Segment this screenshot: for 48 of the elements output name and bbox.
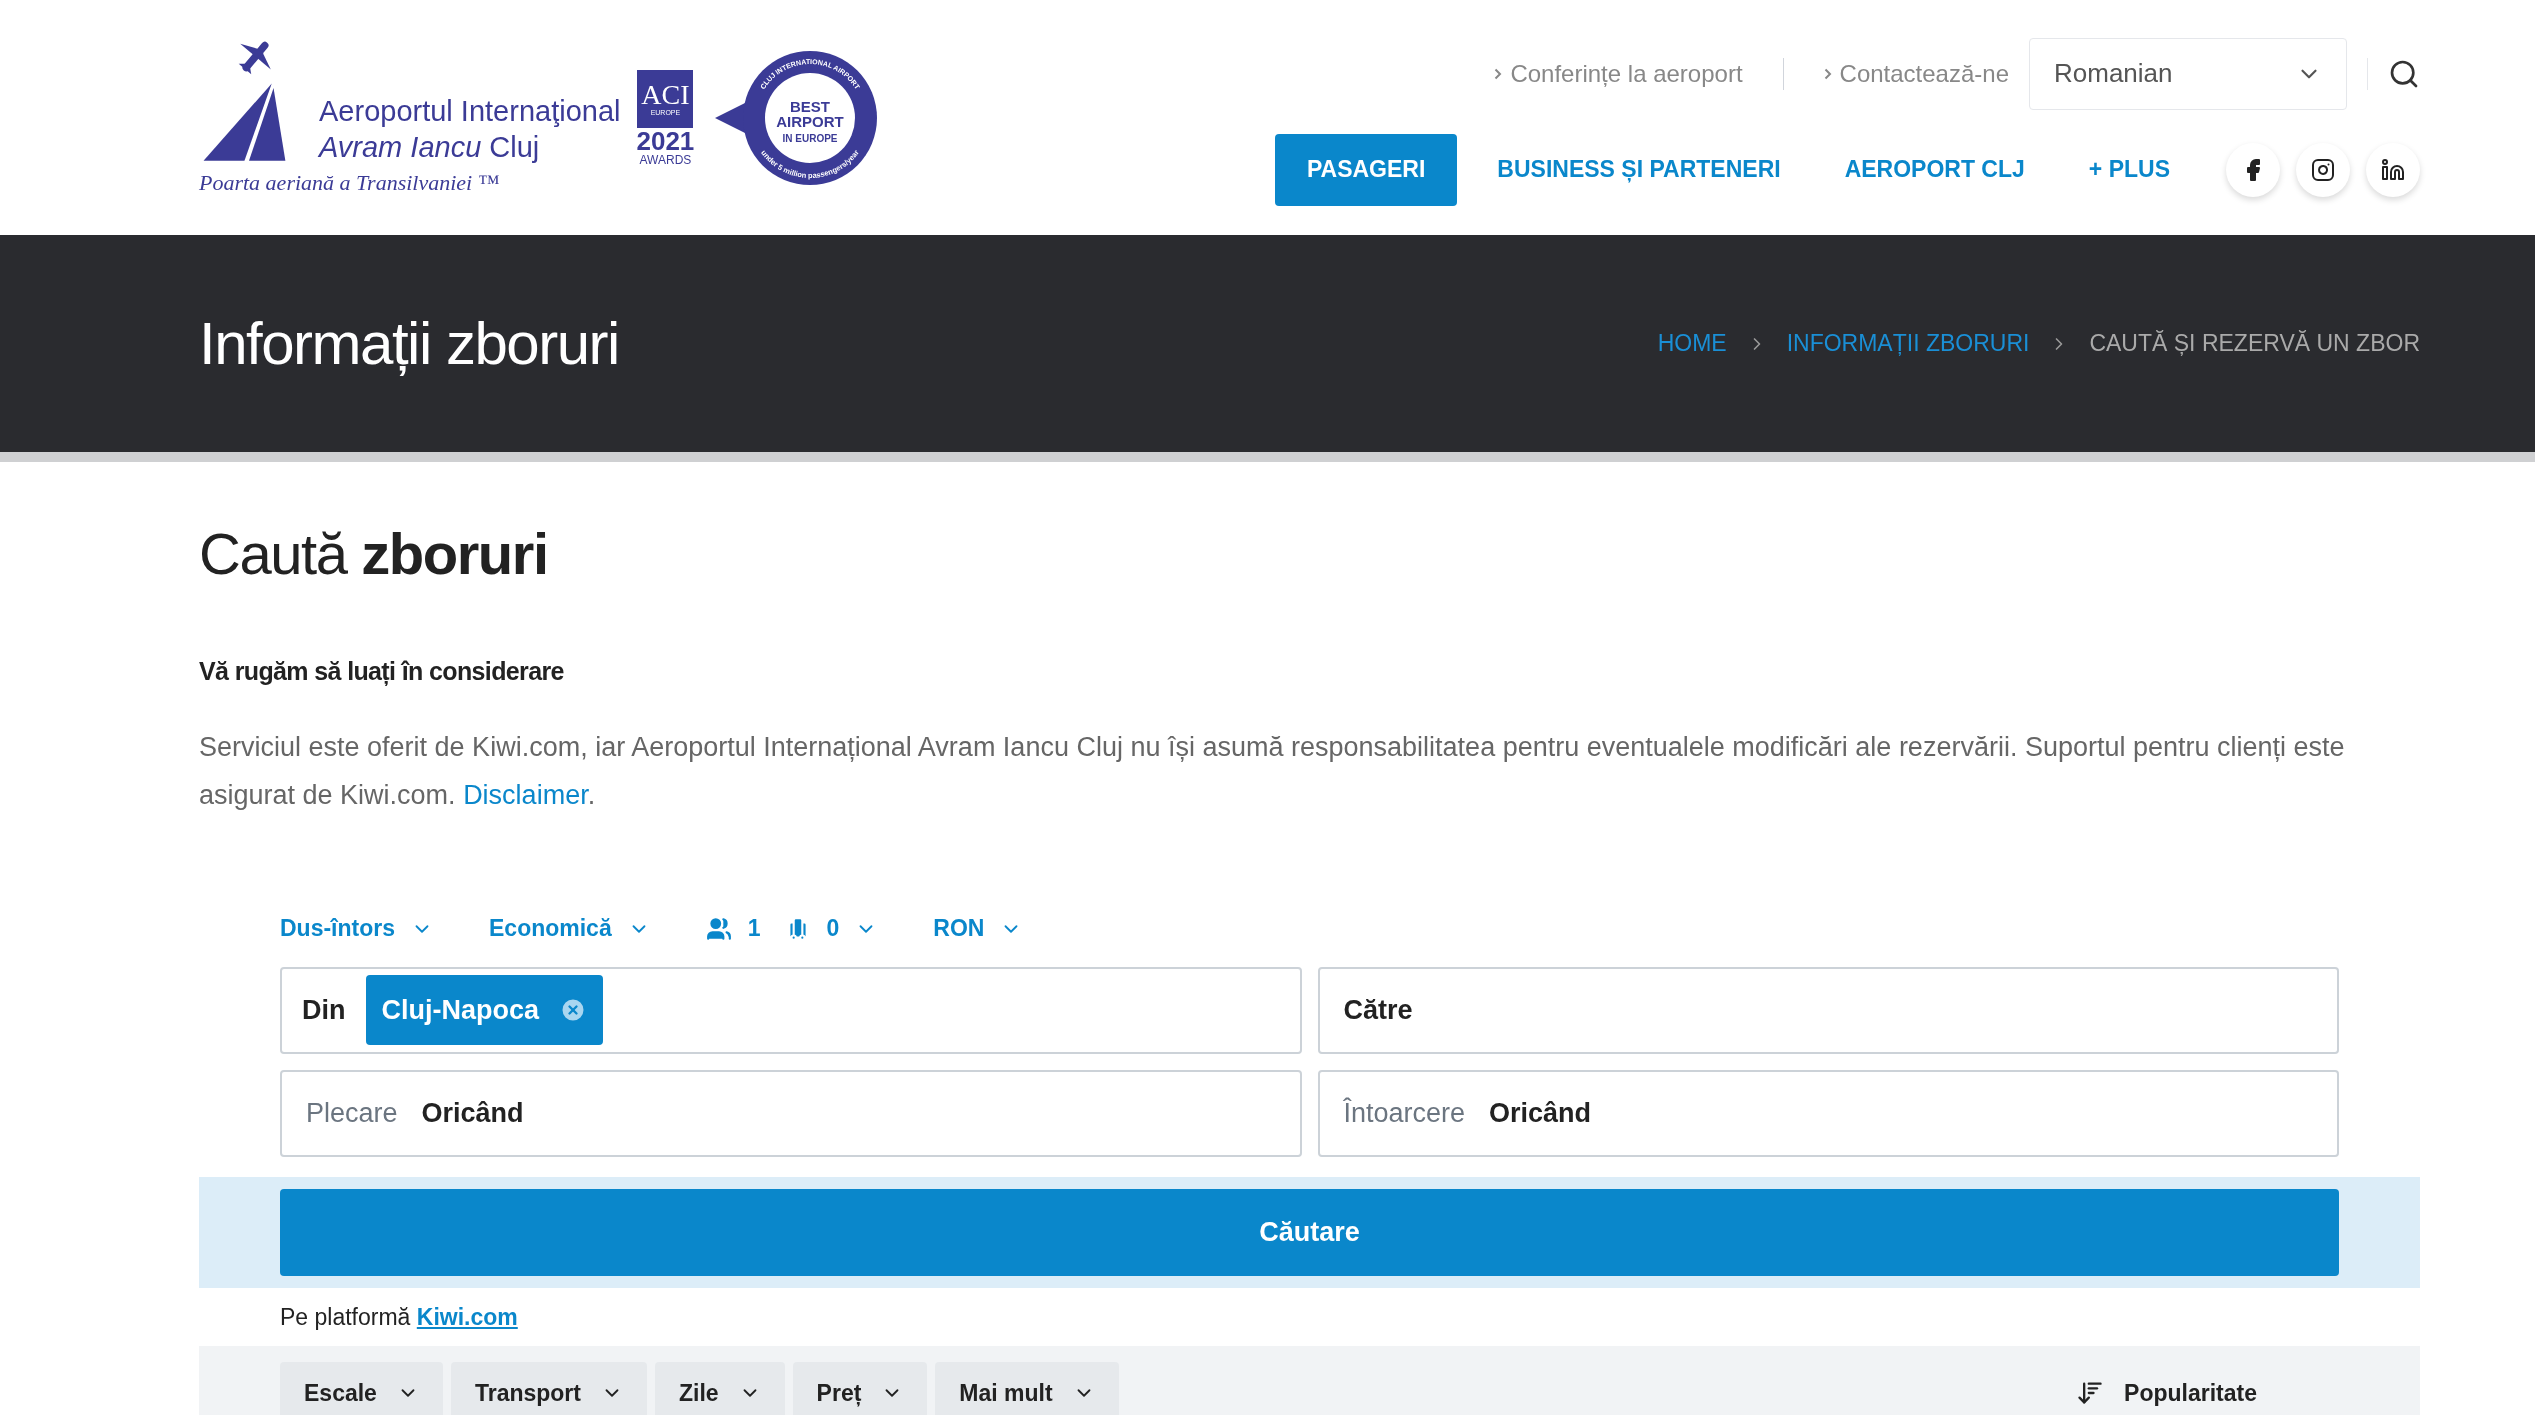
top-link[interactable]: Conferințe la aeroport [1494, 55, 1743, 92]
facebook-icon[interactable] [2226, 142, 2280, 197]
nav-tab[interactable]: PASAGERI [1274, 133, 1458, 206]
award-label: AWARDS [639, 153, 692, 166]
kiwi-link[interactable]: Kiwi.com [416, 1303, 518, 1330]
platform-note: Pe platformă Kiwi.com [279, 1302, 519, 1332]
from-field[interactable]: Din Cluj-Napoca [280, 966, 1302, 1054]
nav-tab[interactable]: + PLUS [2056, 133, 2202, 206]
logo-title: Aeroportul Internaţional [319, 93, 621, 129]
chevron-right-icon [1823, 67, 1832, 80]
section-title: Caută zboruri [199, 520, 549, 588]
sort-button[interactable]: Popularitate [2076, 1362, 2257, 1415]
badge-title: BEST [790, 97, 831, 115]
disclaimer-link[interactable]: Disclaimer [463, 779, 588, 810]
location-chip[interactable]: Cluj-Napoca [365, 975, 604, 1045]
logo-tagline: Poarta aeriană a Transilvaniei ™ [199, 168, 501, 197]
top-link[interactable]: Contactează-ne [1823, 55, 2009, 92]
page-title: Informații zboruri [199, 308, 619, 379]
notice-text: Serviciul este oferit de Kiwi.com, iar Aeroportul Internațional Avram Iancu Cluj nu își asumă responsabilitatea pentru eventualele modificări ale rezervării. Suportul pentru clienți este asigurat de Kiwi.com. Disclaimer. [199, 730, 2346, 812]
search-button[interactable]: Căutare [280, 1188, 2339, 1276]
departure-field[interactable]: Plecare Oricând [280, 1069, 1302, 1157]
nav-tab[interactable]: BUSINESS ȘI PARTENERI [1465, 133, 1813, 206]
return-field[interactable]: Întoarcere Oricând [1317, 1069, 2339, 1157]
chevron-right-icon [1494, 67, 1503, 80]
option-dropdown[interactable]: Dus-întors [280, 911, 433, 946]
people-icon [705, 915, 732, 942]
notice-title: Vă rugăm să luați în considerare [199, 656, 565, 688]
award-year: 2021 [636, 127, 695, 154]
language-select[interactable]: Romanian [2029, 37, 2347, 110]
breadcrumb-link[interactable]: HOME [1657, 326, 1727, 361]
filter-dropdown[interactable]: Escale [280, 1362, 443, 1415]
nav-tab[interactable]: AEROPORT CLJ [1812, 133, 2057, 206]
logo-subtitle: Avram Iancu Cluj [319, 129, 541, 165]
filter-dropdown[interactable]: Preț [792, 1362, 928, 1415]
breadcrumb-link[interactable]: INFORMAȚII ZBORURI [1786, 326, 2030, 361]
filter-dropdown[interactable]: Zile [655, 1362, 785, 1415]
instagram-icon[interactable] [2296, 142, 2350, 197]
current-page-label: CAUTĂ ȘI REZERVĂ UN ZBOR [2089, 329, 2420, 359]
badge-title: IN EUROPE [782, 132, 838, 144]
linkedin-icon[interactable] [2366, 142, 2420, 197]
filter-dropdown[interactable]: Transport [450, 1362, 647, 1415]
to-field[interactable]: Către [1317, 966, 2339, 1054]
filter-dropdown[interactable]: Mai mult [935, 1362, 1119, 1415]
badge-title: AIRPORT [776, 112, 845, 130]
bags-selector[interactable]: 0 [784, 911, 878, 946]
option-dropdown[interactable]: Economică [489, 911, 650, 946]
passengers-selector[interactable]: 1 [705, 911, 761, 946]
option-dropdown[interactable]: RON [933, 911, 1023, 946]
